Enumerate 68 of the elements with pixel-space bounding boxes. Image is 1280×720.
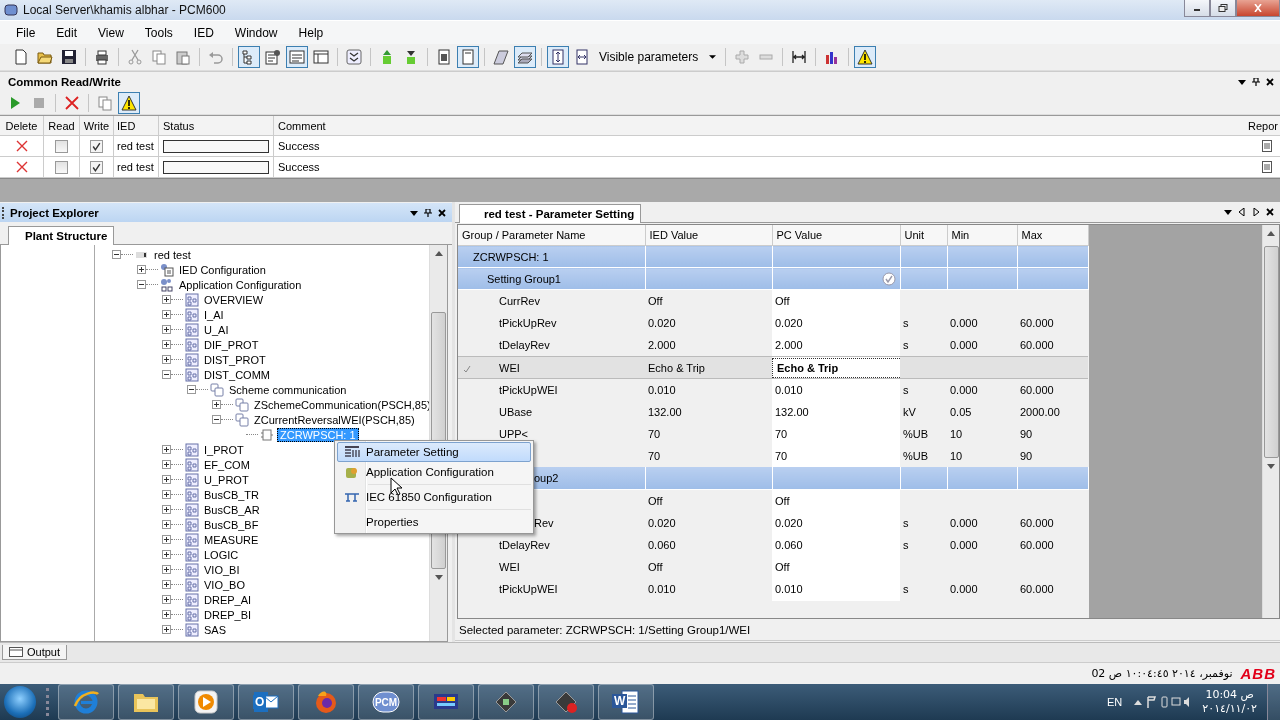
table-cell: 0.020 bbox=[645, 511, 772, 534]
table-cell: 60.000 bbox=[1020, 317, 1054, 330]
table-cell: 90 bbox=[1020, 450, 1033, 463]
table-cell: 132.00 bbox=[645, 400, 772, 423]
table-cell: 90 bbox=[1020, 428, 1033, 441]
parameter-name: tPickUpWEI bbox=[499, 583, 558, 596]
table-cell: s bbox=[903, 383, 909, 396]
table-cell: red test bbox=[114, 157, 159, 177]
column-header: Delete bbox=[0, 116, 44, 135]
table-cell: 0.020 bbox=[645, 312, 772, 335]
table-cell: 0.060 bbox=[645, 533, 772, 557]
table-cell: red test bbox=[114, 136, 159, 156]
table-cell: Off bbox=[645, 556, 772, 579]
column-header: Repor bbox=[1247, 118, 1279, 134]
table-cell: 70 bbox=[645, 423, 772, 446]
table-cell: 60.000 bbox=[1020, 583, 1054, 596]
table-cell: 70 bbox=[645, 445, 772, 468]
table-cell: 60.000 bbox=[1020, 539, 1054, 552]
table-cell-text: Success bbox=[277, 160, 321, 175]
table-cell: kV bbox=[903, 405, 916, 418]
parameter-name: tDelayRev bbox=[499, 339, 550, 352]
table-cell: 10 bbox=[950, 450, 963, 463]
table-cell: 60.000 bbox=[1020, 339, 1054, 352]
table-cell: 0.000 bbox=[950, 539, 978, 552]
column-header: IED bbox=[114, 116, 159, 135]
table-cell: %UB bbox=[903, 428, 929, 441]
table-cell: 0.010 bbox=[645, 578, 772, 601]
table-cell: 0.05 bbox=[950, 405, 972, 418]
table-cell: 2.000 bbox=[645, 334, 772, 357]
table-cell: Echo & Trip bbox=[645, 356, 772, 379]
column-header: Write bbox=[80, 116, 114, 135]
table-cell-text: Success bbox=[277, 139, 321, 154]
table-cell: 60.000 bbox=[1020, 383, 1054, 396]
table-cell: s bbox=[903, 539, 909, 552]
table-cell: 0.000 bbox=[950, 339, 978, 352]
parameter-name: UBase bbox=[499, 405, 533, 418]
parameter-name: UPP< bbox=[499, 428, 529, 441]
table-cell: %UB bbox=[903, 450, 929, 463]
parameter-name: tPickUpRev bbox=[499, 317, 557, 330]
table-cell: s bbox=[903, 516, 909, 529]
parameter-name: WEI bbox=[499, 561, 520, 574]
table-cell: 60.000 bbox=[1020, 516, 1054, 529]
table-cell: s bbox=[903, 317, 909, 330]
table-cell: 2000.00 bbox=[1020, 405, 1060, 418]
table-cell: 0.000 bbox=[950, 516, 978, 529]
column-header: Status bbox=[159, 116, 274, 135]
table-cell: s bbox=[903, 583, 909, 596]
parameter-name: tDelayRev bbox=[499, 539, 550, 552]
panel-title: Project Explorer bbox=[10, 206, 99, 219]
table-cell: Off bbox=[645, 289, 772, 313]
date-time-text: نوفمبر، ٢٠١٤ ١٠:٠٤:٤٥ ص 02 bbox=[1091, 667, 1233, 680]
parameter-name: WEI bbox=[499, 361, 520, 374]
column-header: Comment bbox=[277, 118, 327, 134]
table-cell: Off bbox=[645, 489, 772, 512]
table-cell: 0.000 bbox=[950, 383, 978, 396]
table-cell: 0.010 bbox=[645, 378, 772, 401]
table-cell: 0.000 bbox=[950, 317, 978, 330]
table-cell: 0.000 bbox=[950, 583, 978, 596]
table-cell: 10 bbox=[950, 428, 963, 441]
parameter-name: CurrRev bbox=[499, 295, 540, 308]
window-title: Local Server\khamis albhar - PCM600 bbox=[23, 3, 226, 17]
column-header: Read bbox=[44, 116, 80, 135]
parameter-name: tPickUpWEI bbox=[499, 383, 558, 396]
logo: ABB bbox=[1240, 665, 1276, 682]
table-cell: s bbox=[903, 339, 909, 352]
status-text: Selected parameter: ZCRWPSCH: 1/Setting Group1/WEI bbox=[459, 623, 751, 636]
panel-title: Common Read/Write bbox=[8, 76, 121, 88]
parameter-name: Rev bbox=[534, 516, 554, 529]
